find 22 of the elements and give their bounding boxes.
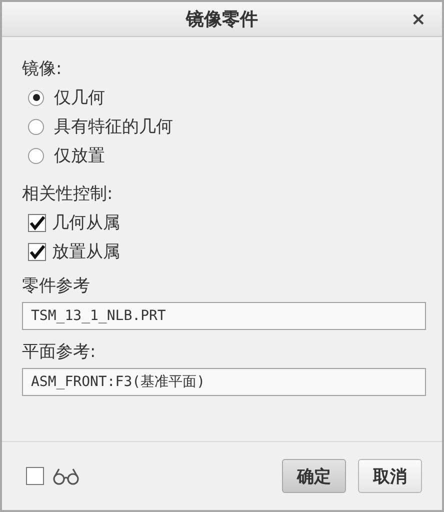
radio-button[interactable]: [28, 90, 44, 106]
window-title: 镜像零件: [186, 8, 258, 31]
group-label: 镜像:: [22, 58, 63, 81]
glasses-icon[interactable]: [52, 467, 80, 485]
field-label: 平面参考:: [22, 341, 97, 364]
field-label: 零件参考: [22, 275, 91, 298]
input-field[interactable]: ASM_FRONT:F3(基准平面): [22, 368, 426, 396]
radio-button[interactable]: [28, 118, 44, 134]
checkbox[interactable]: [26, 467, 44, 485]
radio-button[interactable]: [28, 148, 44, 164]
close-button[interactable]: ×: [406, 9, 430, 30]
option-label: 仅几何: [54, 87, 105, 109]
cancel-button[interactable]: 取消: [358, 459, 422, 493]
option-label: 仅放置: [54, 145, 105, 167]
option-label: 放置从属: [52, 241, 120, 263]
group-label: 相关性控制:: [22, 183, 114, 206]
input-field[interactable]: TSM_13_1_NLB.PRT: [22, 302, 426, 330]
option-label: 几何从属: [52, 212, 120, 234]
checkbox[interactable]: [28, 214, 46, 232]
checkbox[interactable]: [28, 242, 46, 260]
option-label: 具有特征的几何: [54, 116, 173, 138]
ok-button[interactable]: 确定: [282, 459, 346, 493]
